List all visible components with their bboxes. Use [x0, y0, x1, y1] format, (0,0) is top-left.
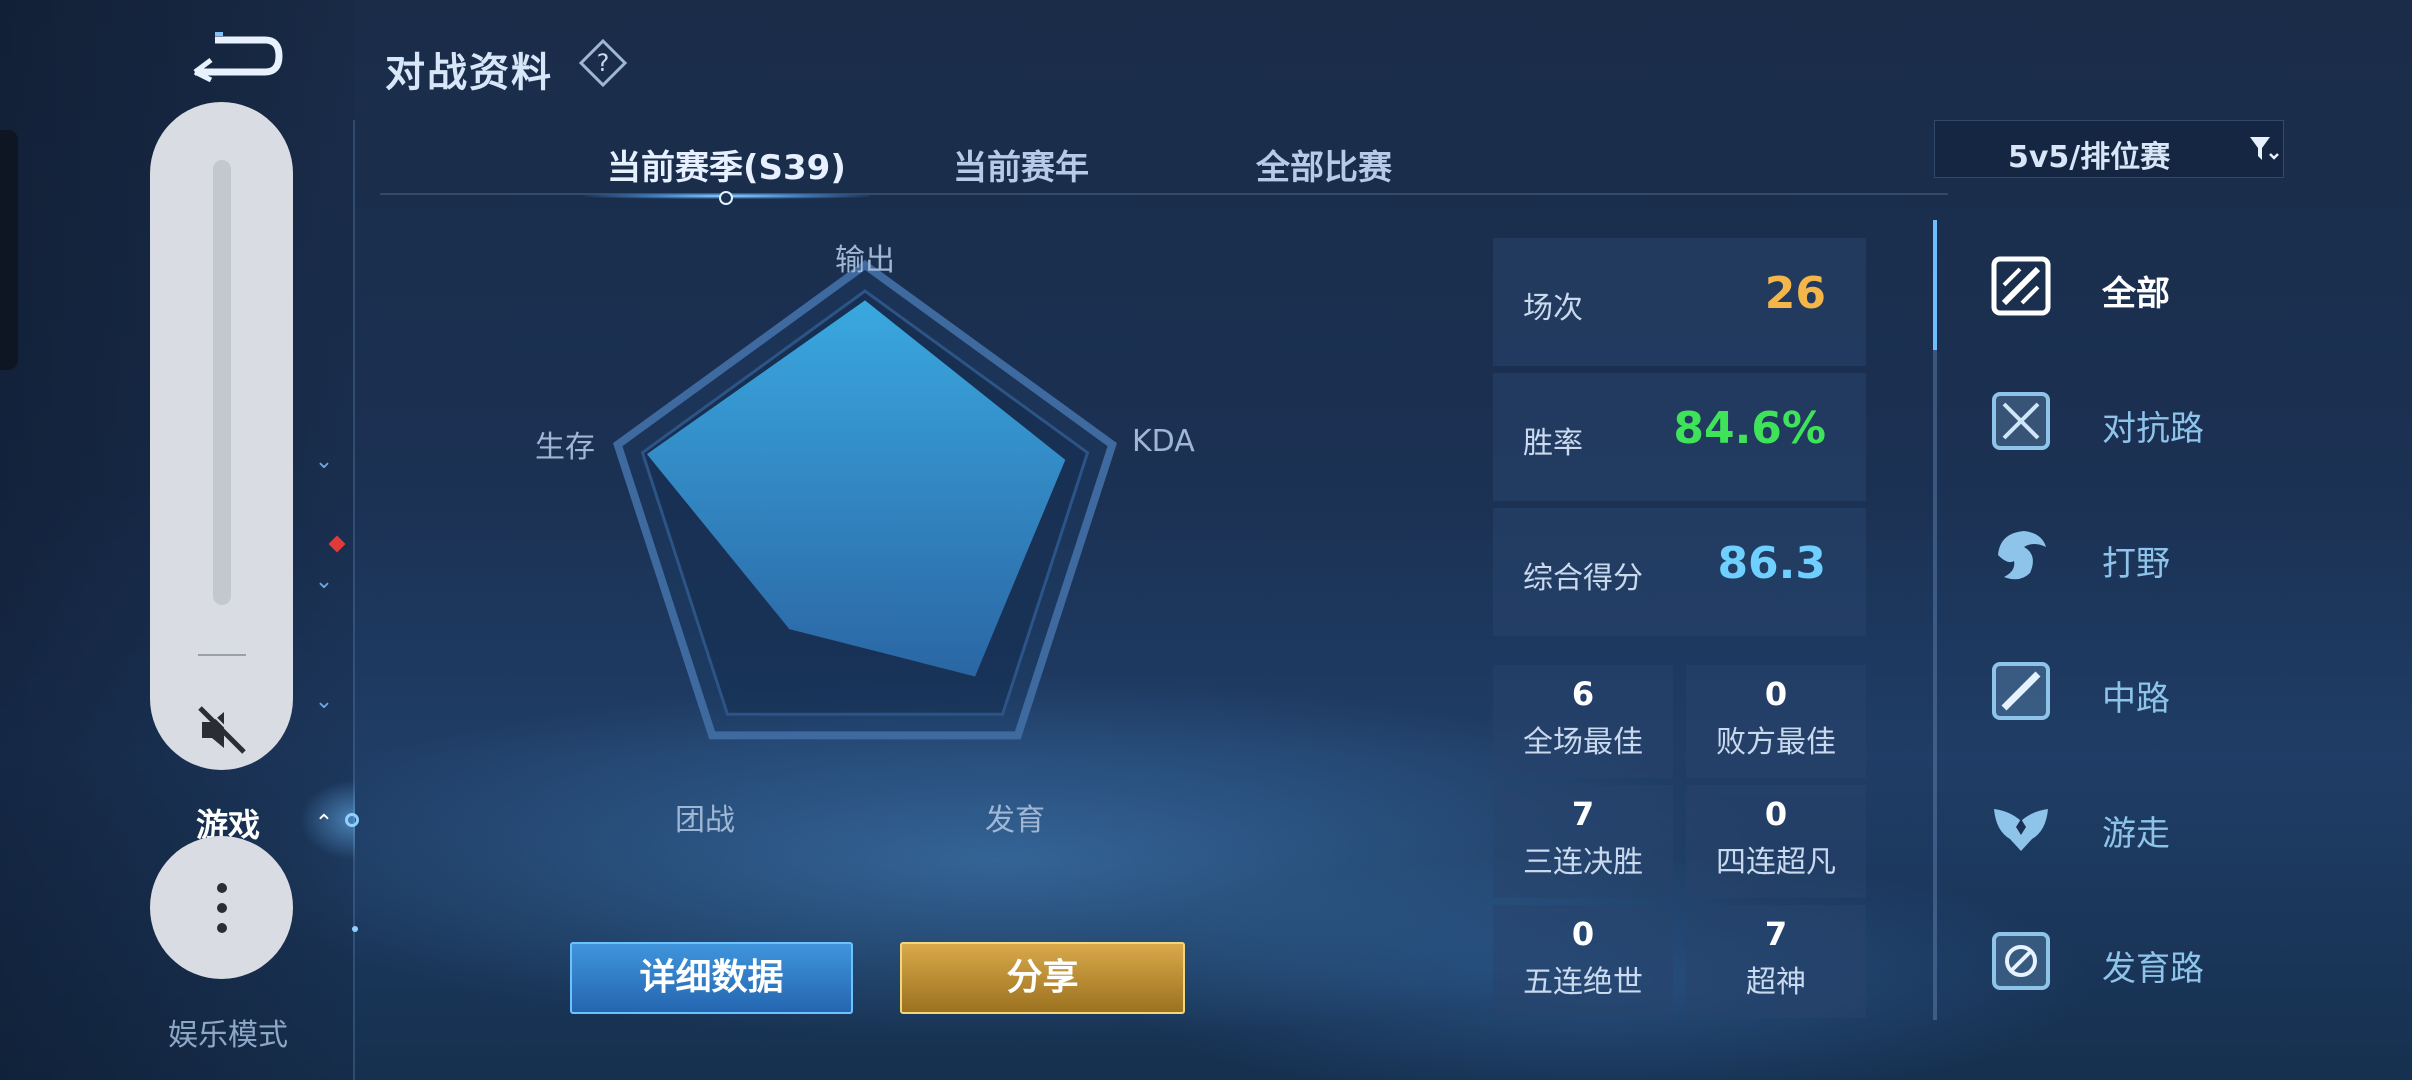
filter-icon[interactable] — [2248, 134, 2280, 164]
role-label: 打野 — [2102, 544, 2170, 584]
nav-item-entertainment[interactable]: 娱乐模式 — [168, 1010, 288, 1054]
honor-count: 0 — [1764, 795, 1788, 833]
volume-slider-track[interactable] — [213, 160, 231, 605]
honor-count: 6 — [1571, 675, 1595, 713]
jungle-icon — [1998, 531, 2046, 580]
role-item-roam[interactable]: 游走 — [1990, 780, 2290, 870]
honor-count: 0 — [1571, 915, 1595, 953]
honor-count: 7 — [1571, 795, 1595, 833]
radar-label-growth: 发育 — [985, 803, 1045, 838]
stat-score-card: 综合得分 86.3 — [1493, 508, 1866, 636]
stat-winrate-value: 84.6% — [1673, 403, 1826, 454]
mode-filter-value[interactable]: 5v5/排位赛 — [2008, 132, 2170, 176]
honor-count: 7 — [1764, 915, 1788, 953]
nav-active-indicator — [345, 813, 359, 827]
nav-expand-chevron-icon[interactable]: ⌄ — [312, 570, 336, 594]
honor-cell: 0 四连超凡 — [1686, 785, 1866, 898]
help-icon[interactable]: ? — [578, 38, 628, 88]
honor-cell: 0 败方最佳 — [1686, 665, 1866, 778]
back-arrow-icon — [193, 32, 283, 83]
radar-chart: 输出 KDA 发育 团战 生存 — [520, 240, 1240, 860]
nav-expand-chevron-icon[interactable]: ⌄ — [312, 450, 336, 474]
volume-divider — [198, 654, 246, 656]
mid-lane-icon — [1992, 662, 2050, 720]
role-item-clash-lane[interactable]: 对抗路 — [1990, 375, 2290, 465]
tab-all-matches[interactable]: 全部比赛 — [1256, 140, 1392, 189]
mute-icon[interactable] — [192, 700, 252, 760]
honor-cell: 0 五连绝世 — [1493, 905, 1673, 1018]
stat-label: 场次 — [1523, 291, 1583, 326]
stat-label: 综合得分 — [1523, 561, 1643, 596]
radar-label-survival: 生存 — [535, 430, 595, 466]
radar-label-kda: KDA — [1132, 424, 1195, 460]
honor-label: 败方最佳 — [1716, 725, 1836, 760]
nav-expand-chevron-icon[interactable]: ⌄ — [312, 690, 336, 714]
detail-data-button[interactable]: 详细数据 — [570, 942, 853, 1014]
device-notch — [0, 130, 18, 370]
all-roles-icon — [1991, 256, 2051, 316]
stat-matches-value: 26 — [1764, 268, 1826, 319]
honor-label: 全场最佳 — [1523, 725, 1643, 760]
tab-current-season[interactable]: 当前赛季(S39) — [607, 140, 846, 189]
tab-current-year[interactable]: 当前赛年 — [953, 140, 1089, 189]
tab-active-dot — [719, 191, 733, 205]
honor-count: 0 — [1764, 675, 1788, 713]
role-active-indicator — [1933, 220, 1937, 350]
role-item-mid-lane[interactable]: 中路 — [1990, 645, 2290, 735]
honor-cell: 7 超神 — [1686, 905, 1866, 1018]
role-label: 对抗路 — [2102, 409, 2204, 449]
role-item-jungle[interactable]: 打野 — [1990, 510, 2290, 600]
role-item-farm-lane[interactable]: 发育路 — [1990, 915, 2290, 1005]
page-title: 对战资料 — [385, 50, 553, 96]
stat-winrate-card: 胜率 84.6% — [1493, 373, 1866, 501]
stat-matches-card: 场次 26 — [1493, 238, 1866, 366]
honor-label: 四连超凡 — [1716, 845, 1836, 880]
roam-icon — [1994, 809, 2048, 851]
role-item-all[interactable]: 全部 — [1990, 240, 2290, 330]
nav-indicator-dot — [352, 926, 358, 932]
back-button[interactable] — [185, 30, 285, 83]
role-label: 游走 — [2102, 814, 2170, 854]
farm-lane-icon — [1992, 932, 2050, 990]
honor-label: 三连决胜 — [1523, 845, 1643, 880]
honor-label: 五连绝世 — [1523, 965, 1643, 1000]
honor-cell: 7 三连决胜 — [1493, 785, 1673, 898]
radar-label-output: 输出 — [835, 243, 895, 278]
share-button[interactable]: 分享 — [900, 942, 1185, 1014]
radar-label-teamfight: 团战 — [675, 803, 735, 838]
honor-cell: 6 全场最佳 — [1493, 665, 1673, 778]
stat-score-value: 86.3 — [1717, 538, 1826, 589]
role-label: 发育路 — [2102, 949, 2204, 989]
more-vertical-icon[interactable] — [208, 880, 236, 936]
role-label: 全部 — [2102, 274, 2170, 314]
stat-label: 胜率 — [1523, 426, 1583, 461]
honor-label: 超神 — [1746, 965, 1806, 1000]
nav-divider — [353, 120, 355, 1080]
clash-lane-icon — [1992, 392, 2050, 450]
svg-text:?: ? — [597, 49, 610, 77]
nav-collapse-chevron-icon[interactable]: ⌃ — [312, 812, 336, 836]
role-label: 中路 — [2102, 679, 2170, 719]
